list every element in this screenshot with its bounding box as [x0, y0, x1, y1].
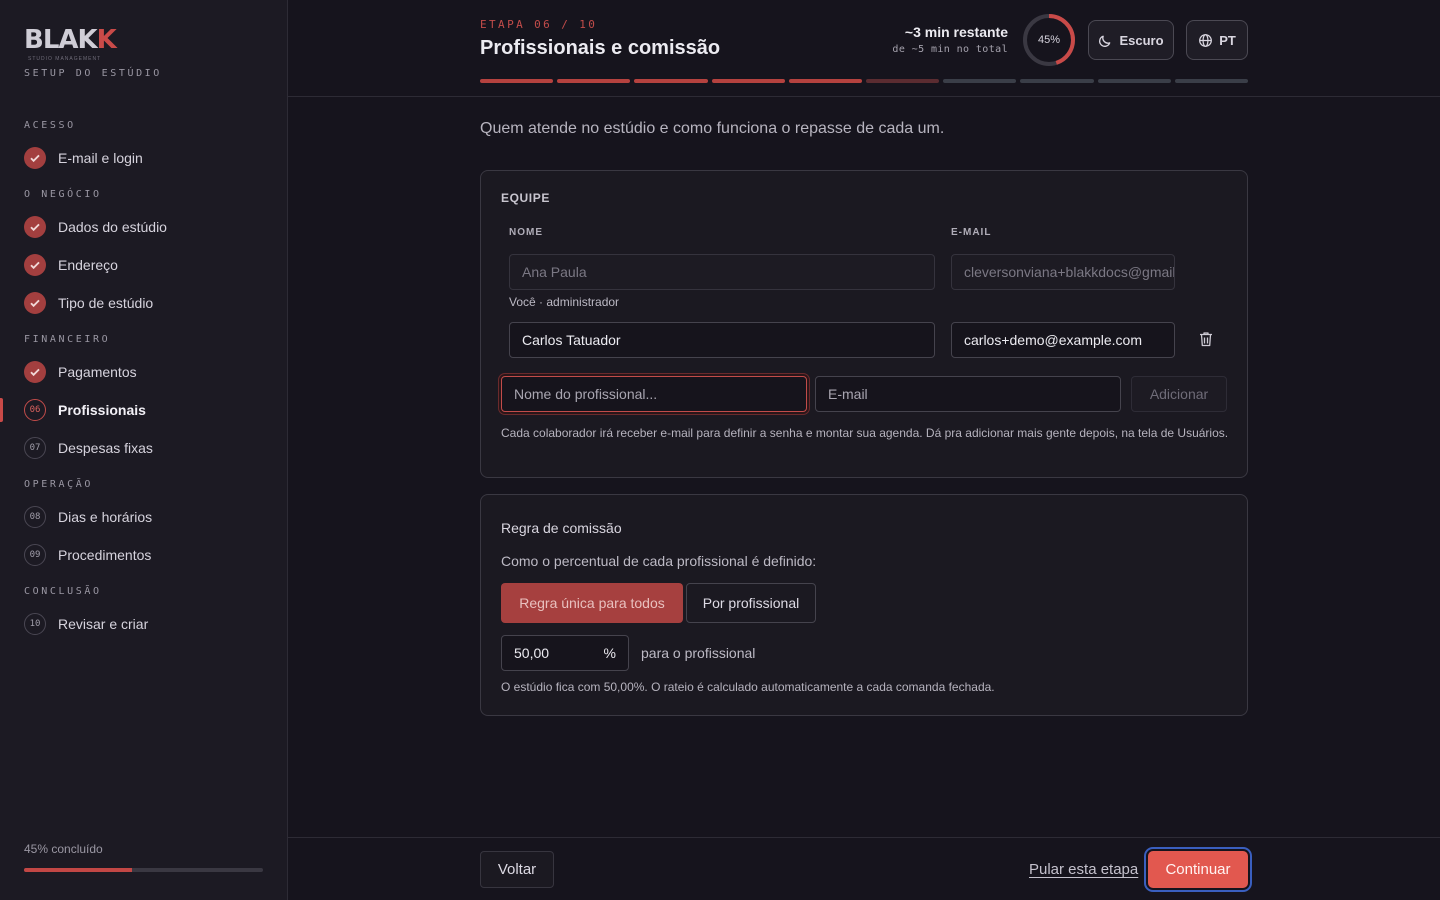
intro-text: Quem atende no estúdio e como funciona o…	[480, 120, 945, 137]
member-name-field[interactable]: Carlos Tatuador	[509, 322, 935, 358]
sidebar-item-email-login[interactable]: E-mail e login	[24, 146, 274, 170]
sidebar-item-label: Dias e horários	[58, 509, 153, 525]
progress-segment	[711, 79, 785, 83]
check-icon	[24, 361, 46, 383]
skip-step-link[interactable]: Pular esta etapa	[1029, 861, 1138, 878]
column-header-email: E-MAIL	[951, 227, 992, 238]
moon-icon	[1099, 35, 1111, 47]
setup-label: SETUP DO ESTÚDIO	[24, 68, 162, 79]
progress-segment	[1097, 79, 1171, 83]
step-progress-bar	[480, 79, 1249, 83]
language-label: PT	[1219, 32, 1236, 48]
step-number-badge: 06	[24, 399, 46, 421]
progress-segment	[943, 79, 1017, 83]
team-hint: Cada colaborador irá receber e-mail para…	[501, 426, 1229, 440]
commission-percent-input[interactable]: 50,00 %	[501, 635, 629, 671]
sidebar-item-label: E-mail e login	[58, 150, 143, 166]
sidebar-item-procedimentos[interactable]: 09 Procedimentos	[24, 543, 274, 567]
sidebar-item-tipo-estudio[interactable]: Tipo de estúdio	[24, 291, 274, 315]
section-negocio: O NEGÓCIO	[24, 189, 102, 200]
trash-icon[interactable]	[1199, 331, 1213, 347]
sidebar: BLAKK STUDIO MANAGEMENT SETUP DO ESTÚDIO…	[0, 0, 288, 900]
globe-icon	[1199, 33, 1213, 47]
sidebar-item-pagamentos[interactable]: Pagamentos	[24, 360, 274, 384]
step-indicator: ETAPA 06 / 10	[480, 18, 598, 31]
active-indicator	[0, 398, 3, 422]
commission-card: Regra de comissão Como o percentual de c…	[480, 494, 1248, 716]
step-number-badge: 07	[24, 437, 46, 459]
sidebar-item-label: Despesas fixas	[58, 440, 153, 456]
admin-note: Você · administrador	[509, 295, 620, 309]
section-operacao: OPERAÇÃO	[24, 479, 93, 490]
sidebar-item-label: Revisar e criar	[58, 616, 149, 632]
sidebar-item-label: Pagamentos	[58, 364, 137, 380]
per-professional-option[interactable]: Por profissional	[686, 583, 816, 623]
progress-segment	[788, 79, 863, 83]
logo-subtitle: STUDIO MANAGEMENT	[28, 56, 102, 62]
percent-unit: %	[603, 645, 616, 661]
check-icon	[24, 147, 46, 169]
sidebar-item-dias-horarios[interactable]: 08 Dias e horários	[24, 505, 274, 529]
step-number-badge: 10	[24, 613, 46, 635]
time-remaining: ~3 min restante	[904, 24, 1008, 40]
new-member-email-input[interactable]: E-mail	[815, 376, 1121, 412]
sidebar-item-label: Tipo de estúdio	[58, 295, 154, 311]
sidebar-item-label: Procedimentos	[58, 547, 152, 563]
language-button[interactable]: PT	[1186, 20, 1248, 60]
progress-segment	[1020, 79, 1094, 83]
sidebar-item-revisar-criar[interactable]: 10 Revisar e criar	[24, 612, 274, 636]
section-acesso: ACESSO	[24, 120, 76, 131]
progress-segment	[866, 79, 940, 83]
commission-value: 50,00	[514, 645, 550, 661]
sidebar-item-profissionais[interactable]: 06 Profissionais	[24, 398, 274, 422]
sidebar-item-endereco[interactable]: Endereço	[24, 253, 274, 277]
page-title: Profissionais e comissão	[480, 37, 721, 59]
single-rule-option[interactable]: Regra única para todos	[501, 583, 683, 623]
check-icon	[24, 292, 46, 314]
section-financeiro: FINANCEIRO	[24, 334, 111, 345]
sidebar-item-dados-estudio[interactable]: Dados do estúdio	[24, 215, 274, 239]
page-header: ETAPA 06 / 10 Profissionais e comissão ~…	[288, 0, 1440, 97]
theme-toggle-button[interactable]: Escuro	[1088, 20, 1174, 60]
progress-label: 45% concluído	[24, 842, 103, 856]
member-email-field: cleversonviana+blakkdocs@gmail.com	[951, 254, 1175, 290]
sidebar-item-label: Dados do estúdio	[58, 219, 167, 235]
commission-title: Regra de comissão	[501, 520, 622, 536]
sidebar-item-despesas-fixas[interactable]: 07 Despesas fixas	[24, 436, 274, 460]
sidebar-progress-bar	[24, 868, 263, 872]
member-name-field: Ana Paula	[509, 254, 935, 290]
step-number-badge: 09	[24, 544, 46, 566]
sidebar-item-label: Endereço	[58, 257, 118, 273]
commission-question: Como o percentual de cada profissional é…	[501, 553, 817, 569]
team-title: EQUIPE	[501, 191, 550, 205]
progress-segment	[634, 79, 708, 83]
progress-segment	[557, 79, 631, 83]
progress-segment	[1174, 79, 1249, 83]
team-card: EQUIPE NOME E-MAIL Ana Paula cleversonvi…	[480, 170, 1248, 478]
new-member-name-input[interactable]: Nome do profissional...	[501, 376, 807, 412]
column-header-name: NOME	[509, 227, 543, 238]
brand-logo: BLAKK STUDIO MANAGEMENT	[24, 25, 117, 62]
theme-toggle-label: Escuro	[1119, 32, 1164, 48]
commission-value-label: para o profissional	[641, 645, 756, 661]
step-number-badge: 08	[24, 506, 46, 528]
check-icon	[24, 254, 46, 276]
sidebar-item-label: Profissionais	[58, 402, 146, 418]
section-conclusao: CONCLUSÃO	[24, 586, 102, 597]
check-icon	[24, 216, 46, 238]
back-button[interactable]: Voltar	[480, 851, 554, 888]
time-total: de ~5 min no total	[892, 44, 1008, 55]
add-member-button[interactable]: Adicionar	[1131, 376, 1227, 412]
commission-note: O estúdio fica com 50,00%. O rateio é ca…	[501, 680, 995, 694]
progress-fill	[24, 868, 132, 872]
progress-ring-label: 45%	[1037, 34, 1061, 46]
footer-bar: Voltar Pular esta etapa Continuar	[288, 837, 1440, 900]
progress-segment	[480, 79, 554, 83]
member-email-field[interactable]: carlos+demo@example.com	[951, 322, 1175, 358]
continue-button[interactable]: Continuar	[1148, 851, 1248, 888]
